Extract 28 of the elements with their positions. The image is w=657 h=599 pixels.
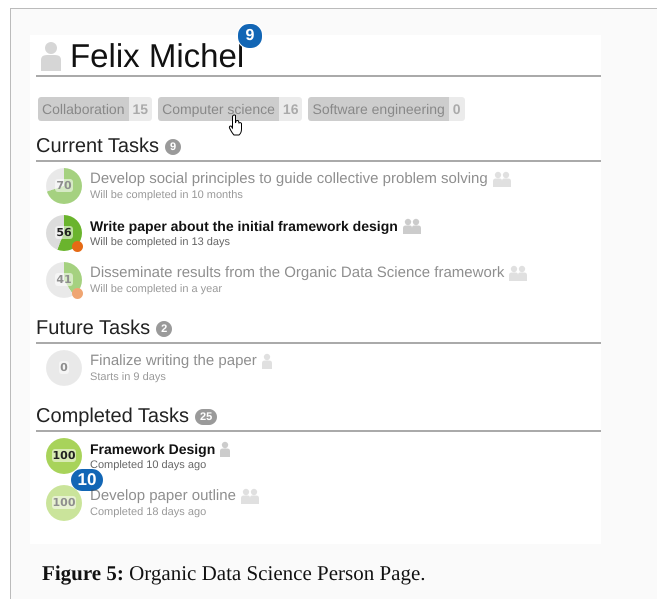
- task-due-text: Will be completed in 13 days: [90, 236, 232, 248]
- progress-pie: 100: [46, 484, 82, 520]
- section-title: Current Tasks: [36, 135, 160, 158]
- alert-dot: [72, 240, 83, 252]
- progress-pie: 100: [46, 438, 82, 474]
- section-title: Future Tasks: [36, 317, 150, 340]
- hand-cursor-icon: [228, 114, 244, 136]
- progress-pie: 70: [46, 168, 82, 204]
- task-due-text: Will be completed in 10 months: [90, 189, 244, 201]
- task-due-text: Starts in 9 days: [90, 371, 167, 383]
- figure-caption: Figure 5: Organic Data Science Person Page.: [41, 560, 427, 586]
- progress-pie: 41: [46, 262, 82, 298]
- progress-pie: 56: [46, 214, 82, 250]
- count-badge: 25: [195, 408, 218, 424]
- task-title[interactable]: Develop social principles to guide collective problem solving: [90, 170, 488, 187]
- count-badge: 2: [156, 320, 172, 336]
- person-icon: [40, 41, 62, 71]
- progress-pie: 0: [46, 350, 82, 386]
- task-title[interactable]: Framework Design: [90, 440, 216, 456]
- task-title[interactable]: Write paper about the initial framework design: [90, 218, 398, 234]
- task-due-text: Completed 18 days ago: [90, 506, 208, 518]
- task-title[interactable]: Finalize writing the paper: [90, 352, 257, 369]
- section-title: Completed Tasks: [36, 405, 190, 428]
- task-title[interactable]: Disseminate results from the Organic Data Science framework: [90, 264, 504, 281]
- task-due-text: Will be completed in a year: [90, 283, 224, 295]
- count-badge: 9: [165, 138, 182, 154]
- alert-dot: [72, 288, 83, 298]
- task-due-text: Completed 10 days ago: [90, 458, 208, 470]
